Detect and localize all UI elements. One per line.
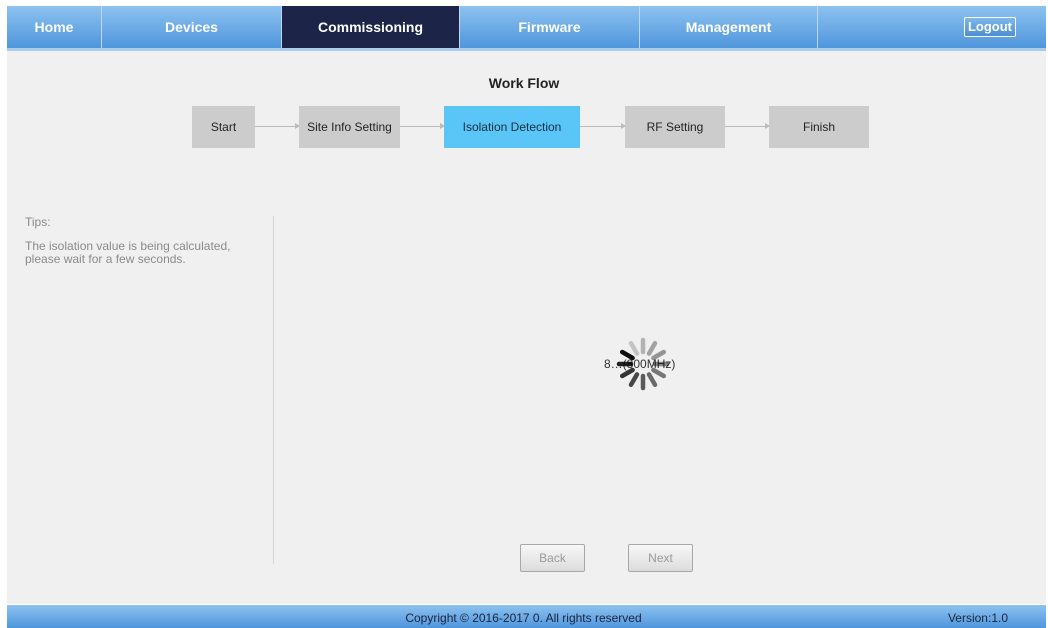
step-isolation-detection: Isolation Detection [444, 106, 580, 148]
workflow-title: Work Flow [488, 75, 560, 91]
nav-management[interactable]: Management [640, 6, 818, 48]
tips-text: The isolation value is being calculated,… [25, 239, 231, 266]
nav-home[interactable]: Home [7, 6, 102, 48]
nav-firmware[interactable]: Firmware [460, 6, 640, 48]
step-arrow [400, 123, 445, 129]
footer-bar: Copyright © 2016-2017 0. All rights rese… [7, 605, 1046, 628]
step-start: Start [192, 106, 255, 148]
step-arrow [725, 123, 770, 129]
logout-area: Logout [818, 6, 1046, 48]
step-arrow [255, 123, 300, 129]
main-navigation: Home Devices Commissioning Firmware Mana… [7, 6, 1046, 51]
back-button[interactable]: Back [520, 544, 585, 572]
step-arrow [580, 123, 626, 129]
nav-commissioning[interactable]: Commissioning [282, 6, 460, 48]
tips-title: Tips: [25, 215, 51, 229]
nav-devices[interactable]: Devices [102, 6, 282, 48]
step-site-info-setting: Site Info Setting [299, 106, 400, 148]
vertical-divider [273, 216, 274, 564]
step-rf-setting: RF Setting [625, 106, 725, 148]
logout-button[interactable]: Logout [963, 17, 1016, 37]
copyright-text: Copyright © 2016-2017 0. All rights rese… [405, 611, 642, 625]
step-finish: Finish [769, 106, 869, 148]
next-button[interactable]: Next [628, 544, 693, 572]
loading-spinner-icon [610, 331, 676, 397]
version-text: Version:1.0 [947, 611, 1008, 625]
tips-panel: Tips: The isolation value is being calcu… [25, 216, 255, 266]
